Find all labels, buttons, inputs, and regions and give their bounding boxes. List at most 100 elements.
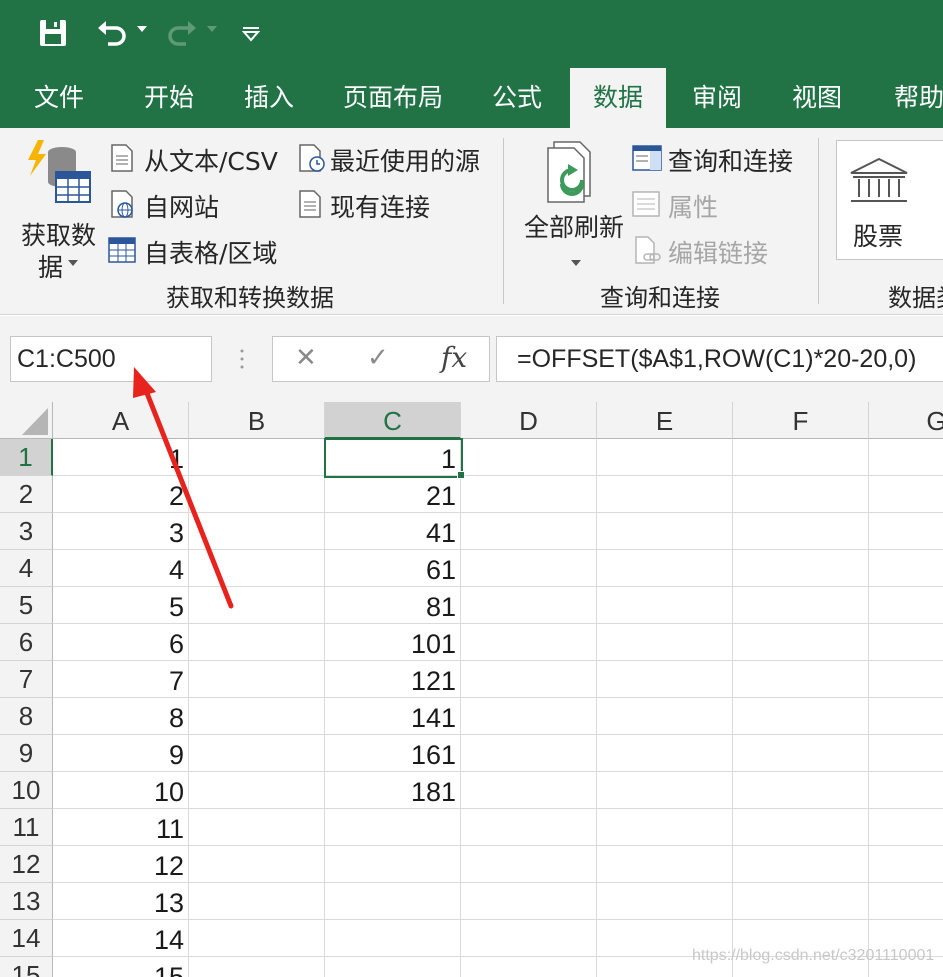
column-header-b[interactable]: B xyxy=(189,402,325,439)
queries-connections-button[interactable]: 查询和连接 xyxy=(632,140,812,176)
cell-g12[interactable] xyxy=(869,846,943,883)
cell-a2[interactable]: 2 xyxy=(53,476,189,513)
cell-e6[interactable] xyxy=(597,624,733,661)
cell-a4[interactable]: 4 xyxy=(53,550,189,587)
cell-c7[interactable]: 121 xyxy=(325,661,461,698)
cell-b5[interactable] xyxy=(189,587,325,624)
cell-a14[interactable]: 14 xyxy=(53,920,189,957)
cancel-formula-icon[interactable]: ✕ xyxy=(295,343,317,373)
cell-d10[interactable] xyxy=(461,772,597,809)
cell-g3[interactable] xyxy=(869,513,943,550)
cell-f13[interactable] xyxy=(733,883,869,920)
cell-c8[interactable]: 141 xyxy=(325,698,461,735)
cell-d14[interactable] xyxy=(461,920,597,957)
cell-g9[interactable] xyxy=(869,735,943,772)
cell-f5[interactable] xyxy=(733,587,869,624)
cell-c2[interactable]: 21 xyxy=(325,476,461,513)
cell-d9[interactable] xyxy=(461,735,597,772)
cell-a8[interactable]: 8 xyxy=(53,698,189,735)
tab-file[interactable]: 文件 xyxy=(16,68,102,128)
row-header-14[interactable]: 14 xyxy=(0,920,53,957)
tab-view[interactable]: 视图 xyxy=(774,68,860,128)
existing-connections-button[interactable]: 现有连接 xyxy=(296,186,492,222)
cell-c6[interactable]: 101 xyxy=(325,624,461,661)
tab-data[interactable]: 数据 xyxy=(570,68,666,128)
cell-f3[interactable] xyxy=(733,513,869,550)
from-text-csv-button[interactable]: 从文本/CSV xyxy=(108,140,288,176)
cell-c3[interactable]: 41 xyxy=(325,513,461,550)
tab-help[interactable]: 帮助 xyxy=(876,68,943,128)
cell-c9[interactable]: 161 xyxy=(325,735,461,772)
cell-g1[interactable] xyxy=(869,439,943,476)
cell-a9[interactable]: 9 xyxy=(53,735,189,772)
tab-page-layout[interactable]: 页面布局 xyxy=(332,68,454,128)
cell-a12[interactable]: 12 xyxy=(53,846,189,883)
cell-f4[interactable] xyxy=(733,550,869,587)
cell-g4[interactable] xyxy=(869,550,943,587)
cell-e11[interactable] xyxy=(597,809,733,846)
cell-e1[interactable] xyxy=(597,439,733,476)
refresh-all-button[interactable]: 全部刷新 xyxy=(518,138,628,273)
cell-d6[interactable] xyxy=(461,624,597,661)
cell-c5[interactable]: 81 xyxy=(325,587,461,624)
cell-a6[interactable]: 6 xyxy=(53,624,189,661)
column-header-a[interactable]: A xyxy=(53,402,189,439)
cell-b7[interactable] xyxy=(189,661,325,698)
cell-c12[interactable] xyxy=(325,846,461,883)
save-icon[interactable] xyxy=(38,18,68,48)
row-header-8[interactable]: 8 xyxy=(0,698,53,735)
cell-e13[interactable] xyxy=(597,883,733,920)
column-header-c[interactable]: C xyxy=(325,402,461,439)
formula-input[interactable]: =OFFSET($A$1,ROW(C1)*20-20,0) xyxy=(496,336,943,382)
cell-c10[interactable]: 181 xyxy=(325,772,461,809)
cell-b1[interactable] xyxy=(189,439,325,476)
cell-g11[interactable] xyxy=(869,809,943,846)
cell-f10[interactable] xyxy=(733,772,869,809)
cell-f6[interactable] xyxy=(733,624,869,661)
undo-dropdown-icon[interactable] xyxy=(137,26,147,32)
cell-b10[interactable] xyxy=(189,772,325,809)
enter-formula-icon[interactable]: ✓ xyxy=(367,343,389,373)
cell-g6[interactable] xyxy=(869,624,943,661)
row-header-9[interactable]: 9 xyxy=(0,735,53,772)
column-header-d[interactable]: D xyxy=(461,402,597,439)
cell-e8[interactable] xyxy=(597,698,733,735)
cell-b12[interactable] xyxy=(189,846,325,883)
cell-f7[interactable] xyxy=(733,661,869,698)
cell-a10[interactable]: 10 xyxy=(53,772,189,809)
cell-d5[interactable] xyxy=(461,587,597,624)
cell-b11[interactable] xyxy=(189,809,325,846)
cell-e3[interactable] xyxy=(597,513,733,550)
customize-quick-access-icon[interactable] xyxy=(241,26,261,42)
cell-c4[interactable]: 61 xyxy=(325,550,461,587)
get-data-button[interactable]: 获取数 据 xyxy=(16,138,102,282)
cell-g5[interactable] xyxy=(869,587,943,624)
cell-d13[interactable] xyxy=(461,883,597,920)
cell-g7[interactable] xyxy=(869,661,943,698)
cell-d11[interactable] xyxy=(461,809,597,846)
cell-b3[interactable] xyxy=(189,513,325,550)
cell-b13[interactable] xyxy=(189,883,325,920)
cell-e9[interactable] xyxy=(597,735,733,772)
tab-formulas[interactable]: 公式 xyxy=(474,68,560,128)
from-table-range-button[interactable]: 自表格/区域 xyxy=(108,232,288,268)
cell-f9[interactable] xyxy=(733,735,869,772)
cell-f12[interactable] xyxy=(733,846,869,883)
row-header-6[interactable]: 6 xyxy=(0,624,53,661)
fill-handle[interactable] xyxy=(457,471,465,479)
cell-b9[interactable] xyxy=(189,735,325,772)
cell-a7[interactable]: 7 xyxy=(53,661,189,698)
cell-d1[interactable] xyxy=(461,439,597,476)
cell-b8[interactable] xyxy=(189,698,325,735)
cell-d8[interactable] xyxy=(461,698,597,735)
cell-a1[interactable]: 1 xyxy=(53,439,189,476)
cell-e2[interactable] xyxy=(597,476,733,513)
cell-a5[interactable]: 5 xyxy=(53,587,189,624)
cell-g10[interactable] xyxy=(869,772,943,809)
cell-b2[interactable] xyxy=(189,476,325,513)
cell-c14[interactable] xyxy=(325,920,461,957)
name-box[interactable]: C1:C500 xyxy=(10,336,212,382)
cell-c13[interactable] xyxy=(325,883,461,920)
row-header-13[interactable]: 13 xyxy=(0,883,53,920)
cell-e4[interactable] xyxy=(597,550,733,587)
